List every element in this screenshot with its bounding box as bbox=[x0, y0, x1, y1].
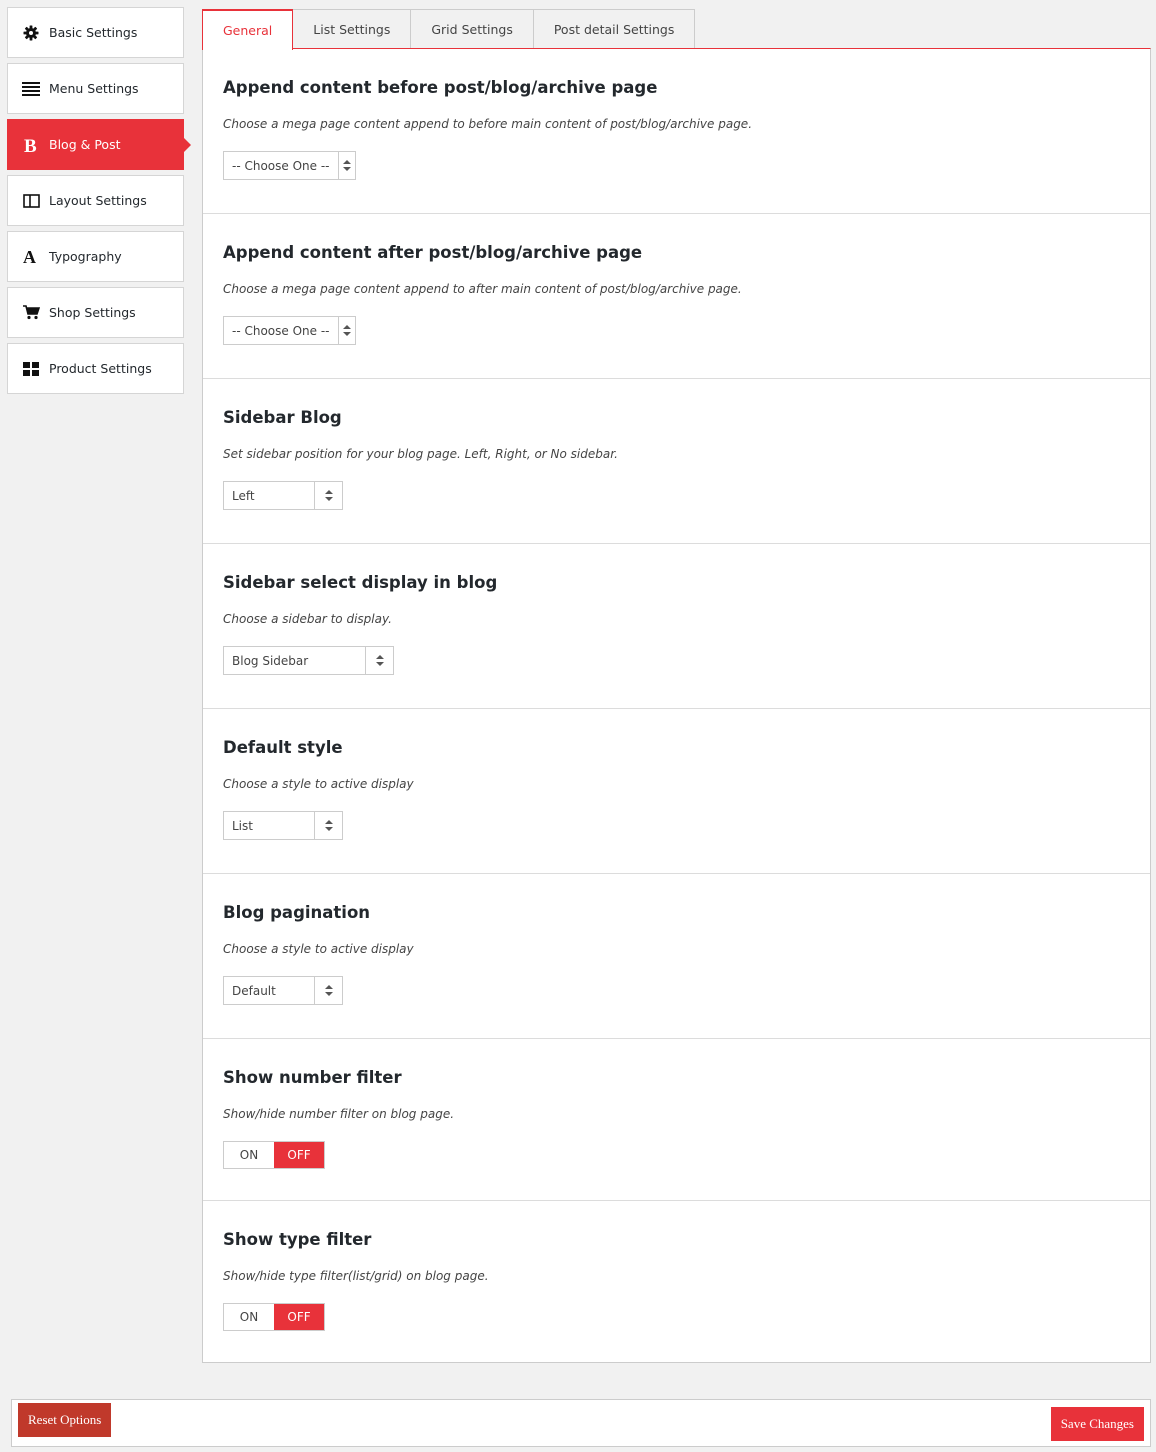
sidebar-blog-select[interactable]: Left bbox=[223, 481, 343, 510]
sidebar-item-label: Shop Settings bbox=[49, 305, 136, 320]
section-append-after: Append content after post/blog/archive p… bbox=[203, 214, 1150, 379]
section-description: Choose a style to active display bbox=[223, 777, 414, 791]
settings-panel: Append content before post/blog/archive … bbox=[202, 48, 1151, 1363]
section-description: Choose a mega page content append to bef… bbox=[223, 117, 753, 131]
tab-list-settings[interactable]: List Settings bbox=[292, 9, 412, 49]
settings-sidebar: Basic Settings Menu Settings B Blog & Po… bbox=[7, 7, 191, 399]
tab-general[interactable]: General bbox=[202, 9, 294, 50]
gear-icon bbox=[19, 23, 43, 43]
section-description: Show/hide number filter on blog page. bbox=[223, 1107, 455, 1121]
section-blog-pagination: Blog pagination Choose a style to active… bbox=[203, 874, 1150, 1039]
section-title: Sidebar select display in blog bbox=[223, 573, 498, 592]
reset-options-button[interactable]: Reset Options bbox=[18, 1403, 112, 1437]
sidebar-item-label: Basic Settings bbox=[49, 25, 138, 40]
section-show-type-filter: Show type filter Show/hide type filter(l… bbox=[203, 1201, 1150, 1363]
tab-post-detail-settings[interactable]: Post detail Settings bbox=[532, 9, 696, 49]
sidebar-item-blog-post[interactable]: B Blog & Post bbox=[7, 119, 191, 170]
settings-tabs: General List Settings Grid Settings Post… bbox=[202, 9, 696, 50]
menu-lines-icon bbox=[19, 79, 43, 99]
select-arrows-icon bbox=[314, 482, 342, 509]
sidebar-item-menu-settings[interactable]: Menu Settings bbox=[7, 63, 184, 114]
section-append-before: Append content before post/blog/archive … bbox=[203, 49, 1150, 214]
select-arrows-icon bbox=[314, 812, 342, 839]
select-value: Blog Sidebar bbox=[232, 653, 309, 668]
section-title: Append content before post/blog/archive … bbox=[223, 78, 658, 97]
section-description: Set sidebar position for your blog page.… bbox=[223, 447, 618, 461]
section-title: Show type filter bbox=[223, 1230, 372, 1249]
section-description: Show/hide type filter(list/grid) on blog… bbox=[223, 1269, 489, 1283]
svg-text:A: A bbox=[23, 248, 36, 266]
sidebar-item-label: Layout Settings bbox=[49, 193, 147, 208]
sidebar-item-shop-settings[interactable]: Shop Settings bbox=[7, 287, 184, 338]
save-changes-button[interactable]: Save Changes bbox=[1050, 1407, 1144, 1441]
select-value: -- Choose One -- bbox=[232, 323, 330, 338]
section-description: Choose a sidebar to display. bbox=[223, 612, 392, 626]
select-arrows-icon bbox=[337, 152, 356, 179]
section-title: Sidebar Blog bbox=[223, 408, 342, 427]
columns-icon bbox=[19, 191, 43, 211]
append-before-select[interactable]: -- Choose One -- bbox=[223, 151, 356, 180]
toggle-off-button[interactable]: OFF bbox=[274, 1304, 324, 1330]
sidebar-item-label: Menu Settings bbox=[49, 81, 139, 96]
section-description: Choose a style to active display bbox=[223, 942, 414, 956]
toggle-on-button[interactable]: ON bbox=[224, 1142, 274, 1168]
sidebar-item-label: Typography bbox=[49, 249, 122, 264]
sidebar-item-product-settings[interactable]: Product Settings bbox=[7, 343, 184, 394]
select-arrows-icon bbox=[314, 977, 342, 1004]
select-arrows-icon bbox=[365, 647, 393, 674]
options-footer: Reset Options Save Changes bbox=[11, 1399, 1151, 1447]
sidebar-item-typography[interactable]: A Typography bbox=[7, 231, 184, 282]
append-after-select[interactable]: -- Choose One -- bbox=[223, 316, 356, 345]
grid-icon bbox=[19, 359, 43, 379]
sidebar-item-label: Product Settings bbox=[49, 361, 152, 376]
section-title: Show number filter bbox=[223, 1068, 402, 1087]
bold-b-icon: B bbox=[19, 135, 43, 155]
default-style-select[interactable]: List bbox=[223, 811, 343, 840]
select-value: List bbox=[232, 818, 253, 833]
section-title: Append content after post/blog/archive p… bbox=[223, 243, 643, 262]
letter-a-icon: A bbox=[19, 247, 43, 267]
section-sidebar-select: Sidebar select display in blog Choose a … bbox=[203, 544, 1150, 709]
section-sidebar-blog: Sidebar Blog Set sidebar position for yo… bbox=[203, 379, 1150, 544]
sidebar-item-label: Blog & Post bbox=[49, 137, 121, 152]
select-arrows-icon bbox=[337, 317, 356, 344]
sidebar-item-basic-settings[interactable]: Basic Settings bbox=[7, 7, 184, 58]
section-show-number-filter: Show number filter Show/hide number filt… bbox=[203, 1039, 1150, 1201]
select-value: Default bbox=[232, 983, 276, 998]
toggle-off-button[interactable]: OFF bbox=[274, 1142, 324, 1168]
sidebar-display-select[interactable]: Blog Sidebar bbox=[223, 646, 394, 675]
select-value: Left bbox=[232, 488, 255, 503]
cart-icon bbox=[19, 303, 43, 323]
svg-text:B: B bbox=[24, 136, 37, 154]
tab-grid-settings[interactable]: Grid Settings bbox=[410, 9, 534, 49]
number-filter-toggle: ON OFF bbox=[223, 1141, 325, 1169]
section-description: Choose a mega page content append to aft… bbox=[223, 282, 742, 296]
section-title: Default style bbox=[223, 738, 343, 757]
blog-pagination-select[interactable]: Default bbox=[223, 976, 343, 1005]
toggle-on-button[interactable]: ON bbox=[224, 1304, 274, 1330]
section-default-style: Default style Choose a style to active d… bbox=[203, 709, 1150, 874]
type-filter-toggle: ON OFF bbox=[223, 1303, 325, 1331]
section-title: Blog pagination bbox=[223, 903, 371, 922]
select-value: -- Choose One -- bbox=[232, 158, 330, 173]
sidebar-item-layout-settings[interactable]: Layout Settings bbox=[7, 175, 184, 226]
